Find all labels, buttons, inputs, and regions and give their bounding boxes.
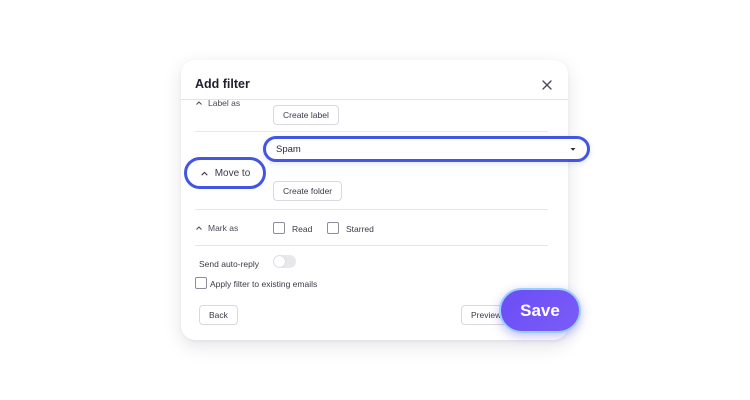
folder-select[interactable]: Spam [263,136,590,162]
label-as-toggle[interactable]: Label as [195,98,240,108]
label-as-label: Label as [208,98,241,108]
back-button[interactable]: Back [199,305,238,325]
chevron-up-icon [196,101,202,105]
divider [195,245,548,246]
auto-reply-label: Send auto-reply [199,259,260,269]
starred-label: Starred [346,224,374,234]
auto-reply-toggle[interactable] [273,255,296,268]
divider [195,131,548,132]
read-label: Read [292,224,313,234]
folder-select-value: Spam [276,143,301,155]
toggle-knob [274,256,285,267]
create-folder-button[interactable]: Create folder [273,181,343,201]
close-icon[interactable] [539,77,555,93]
divider [195,209,548,210]
save-button[interactable]: Save [499,288,581,333]
apply-existing-label: Apply filter to existing emails [210,279,318,289]
move-to-toggle[interactable]: Move to [184,157,266,189]
chevron-up-icon [196,226,202,230]
move-to-label: Move to [214,167,251,179]
apply-existing-checkbox[interactable] [195,277,207,289]
read-checkbox[interactable] [273,222,285,234]
starred-checkbox[interactable] [327,222,339,234]
stage: Add filter Label as Create label Create … [0,0,750,400]
dialog-title: Add filter [195,77,250,91]
mark-as-toggle[interactable]: Mark as [195,223,238,233]
create-label-button[interactable]: Create label [273,105,339,125]
caret-down-icon [570,148,576,151]
mark-as-label: Mark as [208,223,239,233]
chevron-up-icon [200,171,208,176]
